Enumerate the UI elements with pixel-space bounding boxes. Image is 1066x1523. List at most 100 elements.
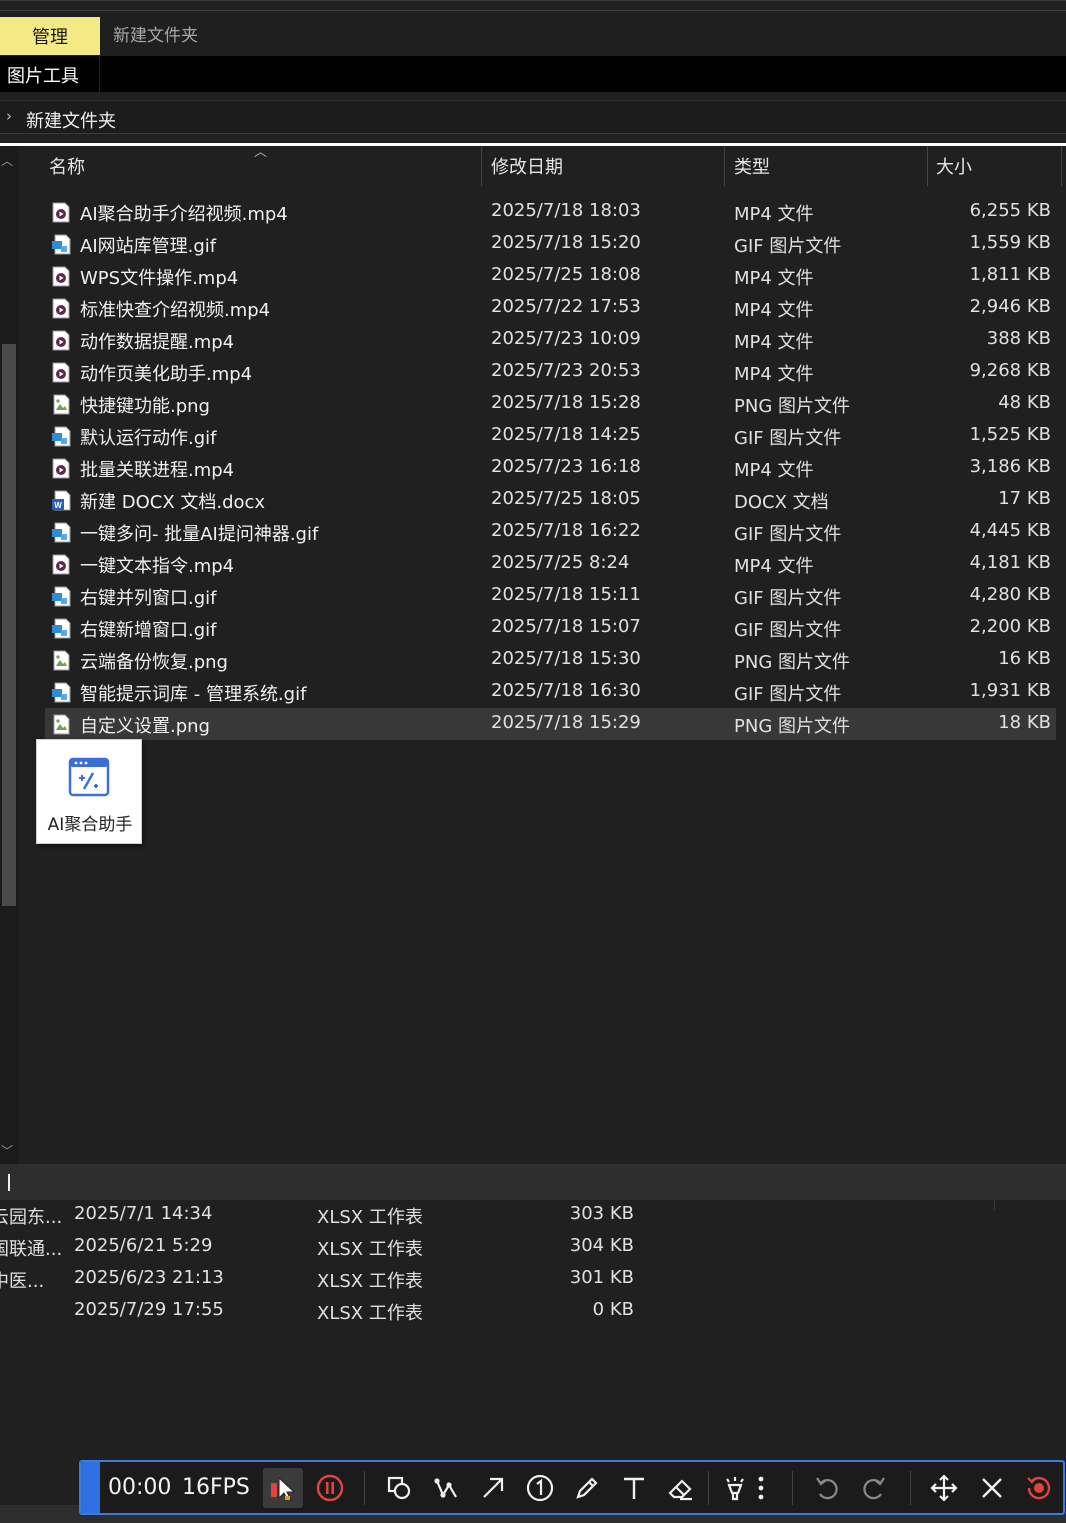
recording-fps[interactable]: 16FPS <box>182 1475 250 1500</box>
file-row[interactable]: 右键并列窗口.gif 2025/7/18 15:11 GIF 图片文件 4,280 K… <box>45 580 1056 612</box>
cursor-highlight-button[interactable] <box>263 1468 303 1508</box>
file-date: 2025/7/18 15:28 <box>491 392 641 413</box>
file-row[interactable]: AI网站库管理.gif 2025/7/18 15:20 GIF 图片文件 1,559 … <box>45 228 1056 260</box>
toolbar-separator <box>792 1471 793 1505</box>
picture-tools-label[interactable]: 图片工具 <box>7 62 79 88</box>
file-date: 2025/7/18 15:20 <box>491 232 641 253</box>
arrow-tool-button[interactable] <box>473 1468 513 1508</box>
pause-button[interactable] <box>310 1468 350 1508</box>
close-button[interactable] <box>972 1468 1012 1508</box>
polyline-tool-button[interactable] <box>426 1468 466 1508</box>
breadcrumb[interactable]: 新建文件夹 <box>26 107 116 133</box>
gif-file-icon <box>52 234 71 255</box>
file-row[interactable]: 右键新增窗口.gif 2025/7/18 15:07 GIF 图片文件 2,200 K… <box>45 612 1056 644</box>
number-marker-button[interactable] <box>520 1468 560 1508</box>
move-toolbar-button[interactable] <box>924 1468 964 1508</box>
scroll-down-icon[interactable]: ﹀ <box>1 1142 13 1159</box>
file-name: WPS文件操作.mp4 <box>80 268 239 289</box>
file-type: GIF 图片文件 <box>734 236 842 257</box>
tab-manage[interactable]: 管理 <box>0 17 100 55</box>
scroll-up-icon[interactable]: ︿ <box>1 152 13 169</box>
file-row[interactable]: 快捷键功能.png 2025/7/18 15:28 PNG 图片文件 48 KB <box>45 388 1056 420</box>
vertical-scrollbar[interactable]: ︿ ﹀ <box>0 146 18 1164</box>
file-row[interactable]: W 新建 DOCX 文档.docx 2025/7/25 18:05 DOCX 文档 17… <box>45 484 1056 516</box>
file-row[interactable]: 云端备份恢复.png 2025/7/18 15:30 PNG 图片文件 16 KB <box>45 644 1056 676</box>
screen-recorder-toolbar: 00:00 16FPS <box>79 1460 1065 1515</box>
file-date: 2025/6/21 5:29 <box>74 1235 213 1256</box>
file-row[interactable]: 中医... 2025/6/23 21:13 XLSX 工作表 301 KB <box>0 1263 700 1295</box>
chevron-right-icon[interactable]: › <box>6 107 12 125</box>
text-tool-button[interactable] <box>614 1468 654 1508</box>
file-name: AI网站库管理.gif <box>80 236 217 257</box>
restart-recording-button[interactable] <box>1019 1468 1059 1508</box>
more-vertical-icon <box>758 1476 764 1500</box>
file-row[interactable]: 自定义设置.png 2025/7/18 15:29 PNG 图片文件 18 KB <box>45 708 1056 740</box>
redo-button[interactable] <box>854 1468 894 1508</box>
column-header-size[interactable]: 大小 <box>936 146 1056 186</box>
column-divider[interactable] <box>481 146 482 186</box>
pause-icon <box>316 1474 344 1502</box>
file-date: 2025/7/23 10:09 <box>491 328 641 349</box>
gif-file-icon <box>52 522 71 543</box>
file-row[interactable]: 一键文本指令.mp4 2025/7/25 8:24 MP4 文件 4,181 KB <box>45 548 1056 580</box>
file-date: 2025/7/18 16:22 <box>491 520 641 541</box>
column-divider[interactable] <box>927 146 928 186</box>
video-file-icon <box>52 458 70 479</box>
video-file-icon <box>52 330 70 351</box>
file-size: 4,280 KB <box>969 584 1051 605</box>
file-type: MP4 文件 <box>734 300 814 321</box>
file-size: 304 KB <box>569 1235 634 1256</box>
shape-tool-button[interactable] <box>379 1468 419 1508</box>
column-divider[interactable] <box>1061 146 1062 186</box>
file-name: 一键多问- 批量AI提问神器.gif <box>80 524 319 545</box>
bottom-pane-header[interactable] <box>0 1164 1066 1210</box>
pencil-icon <box>576 1477 598 1499</box>
toolbar-drag-handle[interactable] <box>81 1462 100 1513</box>
file-date: 2025/7/22 17:53 <box>491 296 641 317</box>
file-row[interactable]: 动作数据提醒.mp4 2025/7/23 10:09 MP4 文件 388 KB <box>45 324 1056 356</box>
restart-record-icon <box>1027 1476 1051 1500</box>
file-row[interactable]: 默认运行动作.gif 2025/7/18 14:25 GIF 图片文件 1,525 K… <box>45 420 1056 452</box>
column-header-type[interactable]: 类型 <box>734 146 924 186</box>
file-row[interactable]: 2025/7/29 17:55 XLSX 工作表 0 KB <box>0 1295 700 1327</box>
file-row[interactable]: 批量关联进程.mp4 2025/7/23 16:18 MP4 文件 3,186 KB <box>45 452 1056 484</box>
file-row[interactable]: 动作页美化助手.mp4 2025/7/23 20:53 MP4 文件 9,268 KB <box>45 356 1056 388</box>
toolbar-separator <box>708 1471 709 1505</box>
polyline-icon <box>434 1478 457 1498</box>
scrollbar-thumb[interactable] <box>2 344 16 906</box>
file-type: GIF 图片文件 <box>734 428 842 449</box>
column-divider <box>994 1200 995 1210</box>
file-row[interactable]: 标准快查介绍视频.mp4 2025/7/22 17:53 MP4 文件 2,946 K… <box>45 292 1056 324</box>
drag-preview-card: AI聚合助手 <box>36 739 142 844</box>
recording-timer: 00:00 <box>108 1475 172 1500</box>
file-type: DOCX 文档 <box>734 492 829 513</box>
file-size: 17 KB <box>998 488 1051 509</box>
spotlight-tool-button[interactable] <box>715 1468 755 1508</box>
column-header-name[interactable]: 名称 <box>49 146 479 186</box>
file-row[interactable]: 智能提示词库 - 管理系统.gif 2025/7/18 16:30 GIF 图片文件… <box>45 676 1056 708</box>
file-name: 右键并列窗口.gif <box>80 588 217 609</box>
text-icon <box>624 1477 644 1499</box>
file-name: 新建 DOCX 文档.docx <box>80 492 266 513</box>
file-name: 快捷键功能.png <box>80 396 210 417</box>
undo-button[interactable] <box>807 1468 847 1508</box>
file-row[interactable]: 国联通... 2025/6/21 5:29 XLSX 工作表 304 KB <box>0 1231 700 1263</box>
file-date: 2025/7/18 16:30 <box>491 680 641 701</box>
address-bar[interactable]: › 新建文件夹 <box>0 100 1066 134</box>
eraser-tool-button[interactable] <box>661 1468 701 1508</box>
ribbon-tab-bar: 管理 新建文件夹 <box>0 0 1066 56</box>
file-row[interactable]: 云园东... 2025/7/1 14:34 XLSX 工作表 303 KB <box>0 1199 700 1231</box>
svg-text:W: W <box>54 501 62 510</box>
file-name: 自定义设置.png <box>80 716 210 737</box>
more-options-button[interactable] <box>751 1468 771 1508</box>
column-divider[interactable] <box>724 146 725 186</box>
file-size: 2,200 KB <box>969 616 1051 637</box>
file-row[interactable]: AI聚合助手介绍视频.mp4 2025/7/18 18:03 MP4 文件 6,255… <box>45 196 1056 228</box>
file-type: MP4 文件 <box>734 460 814 481</box>
pen-tool-button[interactable] <box>567 1468 607 1508</box>
file-row[interactable]: WPS文件操作.mp4 2025/7/25 18:08 MP4 文件 1,811 KB <box>45 260 1056 292</box>
toolbar-separator <box>910 1471 911 1505</box>
video-file-icon <box>52 362 70 383</box>
column-header-date[interactable]: 修改日期 <box>491 146 721 186</box>
file-row[interactable]: 一键多问- 批量AI提问神器.gif 2025/7/18 16:22 GIF 图片文… <box>45 516 1056 548</box>
